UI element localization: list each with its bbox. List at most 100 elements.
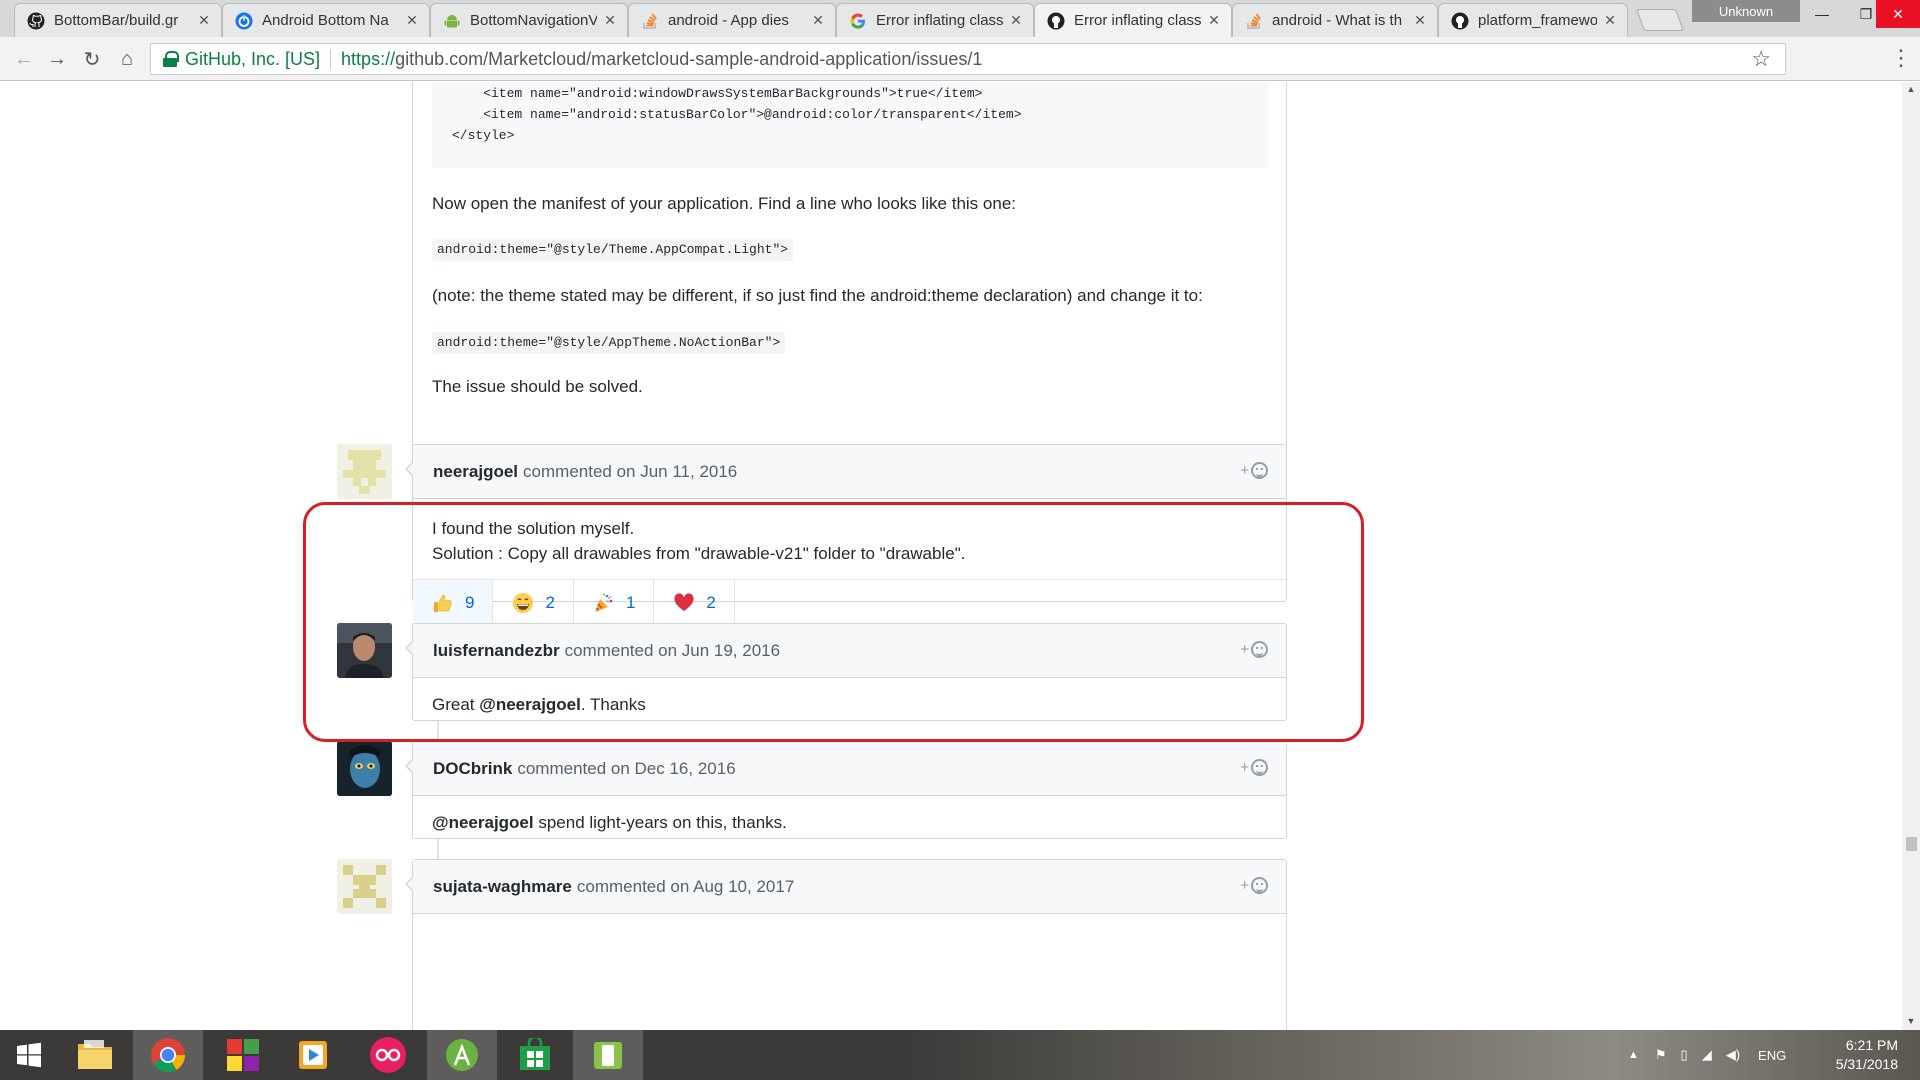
browser-tab[interactable]: Android Bottom Na ✕	[222, 3, 430, 37]
comment-header: neerajgoel commented on Jun 11, 2016 +	[405, 445, 1286, 499]
comment-author[interactable]: sujata-waghmare	[433, 877, 572, 897]
identicon-icon	[337, 444, 392, 499]
url-path: github.com/Marketcloud/marketcloud-sampl…	[395, 48, 983, 69]
comment-author[interactable]: DOCbrink	[433, 759, 512, 779]
tab-close-icon[interactable]: ✕	[405, 12, 419, 29]
android-icon	[443, 12, 461, 30]
close-window-icon[interactable]: ✕	[1876, 0, 1920, 28]
tab-title: Android Bottom Na	[262, 12, 389, 29]
avatar[interactable]	[337, 859, 392, 914]
clock[interactable]: 6:21 PM 5/31/2018	[1836, 1036, 1898, 1074]
smiley-icon	[1251, 877, 1268, 894]
flag-icon[interactable]: ⚑	[1655, 1047, 1667, 1063]
lock-icon	[163, 51, 179, 67]
divider	[330, 49, 332, 69]
scroll-down-icon[interactable]: ▼	[1902, 1016, 1920, 1030]
media-player-icon	[299, 1041, 327, 1069]
code-line: <item name="android:windowDrawsSystemBar…	[452, 86, 983, 101]
chrome-button[interactable]	[133, 1030, 203, 1080]
comment-text: spend light-years on this, thanks.	[533, 813, 787, 832]
stackoverflow-icon	[641, 12, 659, 30]
folder-icon	[78, 1040, 112, 1069]
browser-tab[interactable]: android - What is th ✕	[1232, 3, 1438, 37]
comment-date[interactable]: commented on Jun 11, 2016	[523, 462, 737, 482]
reload-icon[interactable]: ↻	[78, 45, 106, 73]
smiley-icon	[1251, 462, 1268, 479]
app-button[interactable]	[353, 1030, 423, 1080]
url-scheme: https://	[341, 48, 396, 69]
app-button[interactable]	[208, 1030, 278, 1080]
media-player-button[interactable]	[278, 1030, 348, 1080]
bookmark-star-icon[interactable]: ☆	[1751, 46, 1771, 72]
browser-tab[interactable]: BottomBar/build.gr ✕	[14, 3, 222, 37]
add-reaction-button[interactable]: +	[1240, 877, 1268, 894]
profile-badge[interactable]: Unknown	[1692, 0, 1800, 22]
github-icon	[1451, 12, 1469, 30]
certificate-name[interactable]: GitHub, Inc. [US]	[185, 49, 320, 70]
back-icon[interactable]: ←	[10, 45, 38, 73]
device-icon	[594, 1042, 622, 1069]
add-reaction-button[interactable]: +	[1240, 462, 1268, 479]
flickr-icon	[370, 1037, 406, 1073]
github-icon	[27, 12, 45, 30]
identicon-icon	[337, 859, 392, 914]
start-button[interactable]	[0, 1030, 58, 1080]
scroll-up-icon[interactable]: ▲	[1902, 84, 1920, 98]
menu-icon[interactable]: ⋮	[1890, 45, 1912, 71]
office-tiles-icon	[227, 1039, 259, 1071]
smiley-icon	[1251, 759, 1268, 776]
tab-close-icon[interactable]: ✕	[811, 12, 825, 29]
tab-close-icon[interactable]: ✕	[1413, 12, 1427, 29]
browser-tab[interactable]: android - App dies ✕	[628, 3, 836, 37]
browser-tab[interactable]: Error inflating class ✕	[836, 3, 1034, 37]
comment-date[interactable]: commented on Dec 16, 2016	[517, 759, 735, 779]
browser-tab[interactable]: BottomNavigationV ✕	[430, 3, 628, 37]
address-bar[interactable]: GitHub, Inc. [US] https:// github.com/Ma…	[150, 43, 1786, 75]
new-tab-button[interactable]	[1635, 9, 1685, 31]
language-indicator[interactable]: ENG	[1758, 1048, 1786, 1063]
page-scrollbar[interactable]: ▲ ▼	[1902, 82, 1920, 1030]
add-reaction-button[interactable]: +	[1240, 759, 1268, 776]
clock-time: 6:21 PM	[1845, 1037, 1898, 1053]
network-icon[interactable]: ◢	[1702, 1047, 1712, 1063]
tab-close-icon[interactable]: ✕	[197, 12, 211, 29]
taskbar: ▲ ⚑ ▯ ◢ ◀) ENG 6:21 PM 5/31/2018	[0, 1030, 1920, 1080]
scrollbar-thumb[interactable]	[1906, 837, 1917, 851]
avatar[interactable]	[337, 444, 392, 499]
tab-close-icon[interactable]: ✕	[1207, 12, 1221, 29]
comment-card: DOCbrink commented on Dec 16, 2016 + @ne…	[405, 741, 1287, 839]
code-line: </style>	[452, 128, 515, 143]
inline-code: android:theme="@style/Theme.AppCompat.Li…	[432, 239, 794, 261]
avatar[interactable]	[337, 741, 392, 796]
home-icon[interactable]: ⌂	[113, 45, 141, 73]
plus-label: +	[1240, 877, 1249, 894]
volume-icon[interactable]: ◀)	[1726, 1047, 1740, 1063]
windows-icon	[17, 1042, 41, 1068]
forward-icon[interactable]: →	[43, 45, 71, 73]
github-icon	[1047, 12, 1065, 30]
browser-tab-active[interactable]: Error inflating class ✕	[1034, 3, 1232, 37]
android-studio-icon	[446, 1039, 478, 1071]
android-studio-button[interactable]	[427, 1030, 497, 1080]
emulator-button[interactable]	[573, 1030, 643, 1080]
highlight-annotation	[303, 502, 1364, 742]
plus-label: +	[1240, 462, 1249, 479]
browser-tab[interactable]: platform_framewor ✕	[1438, 3, 1628, 37]
tab-close-icon[interactable]: ✕	[603, 12, 617, 29]
browser-toolbar: ← → ↻ ⌂ GitHub, Inc. [US] https:// githu…	[0, 37, 1920, 81]
comment-header: sujata-waghmare commented on Aug 10, 201…	[405, 860, 1286, 914]
battery-icon[interactable]: ▯	[1681, 1047, 1688, 1063]
system-tray: ▲ ⚑ ▯ ◢ ◀) ENG	[1628, 1030, 1786, 1080]
comment-author[interactable]: neerajgoel	[433, 462, 518, 482]
store-button[interactable]	[500, 1030, 570, 1080]
user-mention[interactable]: @neerajgoel	[432, 813, 534, 832]
minimize-icon[interactable]: —	[1800, 0, 1844, 28]
file-explorer-button[interactable]	[60, 1030, 130, 1080]
tab-strip: BottomBar/build.gr ✕ Android Bottom Na ✕…	[0, 0, 1920, 37]
comment-card: sujata-waghmare commented on Aug 10, 201…	[405, 859, 1287, 1030]
tab-close-icon[interactable]: ✕	[1603, 12, 1617, 29]
comment-header: DOCbrink commented on Dec 16, 2016 +	[405, 742, 1286, 796]
tray-overflow-icon[interactable]: ▲	[1628, 1049, 1639, 1061]
tab-close-icon[interactable]: ✕	[1009, 12, 1023, 29]
comment-date[interactable]: commented on Aug 10, 2017	[577, 877, 794, 897]
